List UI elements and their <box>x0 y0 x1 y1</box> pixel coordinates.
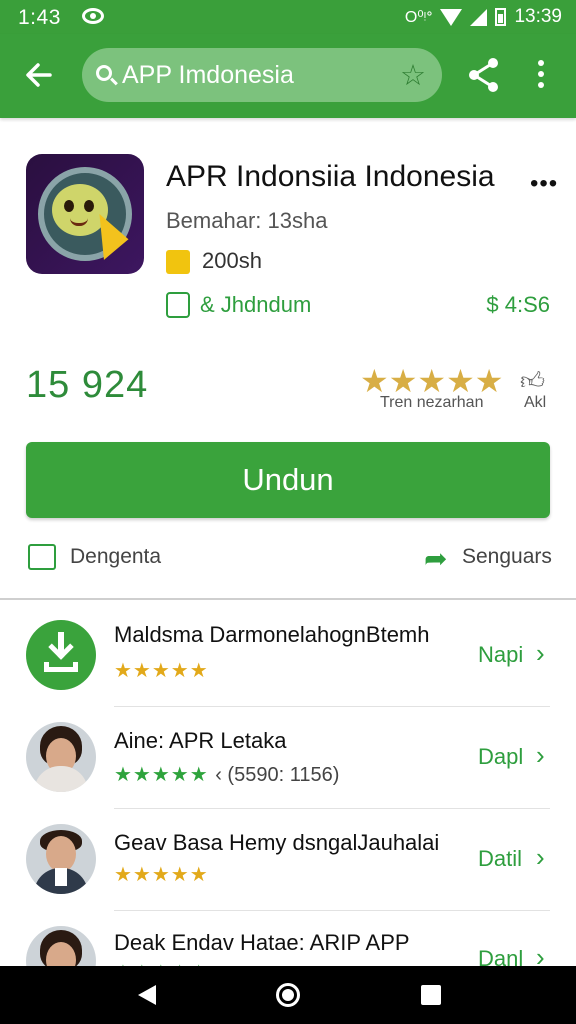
row-divider <box>114 808 550 809</box>
list-item-title: Geav Basa Hemy dsngalJauhalai <box>114 830 440 855</box>
chevron-right-icon[interactable]: › <box>536 638 545 669</box>
section-divider <box>0 598 576 600</box>
status-time-right: 13:39 <box>514 6 562 27</box>
list-item-title: Maldsma DarmonelahognBtemh <box>114 622 430 647</box>
list-item-action[interactable]: Danl <box>478 946 523 966</box>
app-store-screen: 1:43 O⁰ᵎᐤ 13:39 APP Imdonesia ☆ APR Indo… <box>0 0 576 1024</box>
download-icon <box>26 620 96 690</box>
search-input[interactable]: APP Imdonesia ☆ <box>82 48 442 102</box>
app-bar: APP Imdonesia ☆ <box>0 34 576 118</box>
more-vertical-icon[interactable] <box>532 60 550 92</box>
list-item[interactable]: Maldsma DarmonelahognBtemh ★★★★★ Napi › <box>0 606 576 708</box>
signal-icon <box>470 8 488 26</box>
list-item-meta: ‹ (5590: 1156) <box>215 764 340 786</box>
chevron-right-icon[interactable]: › <box>536 740 545 771</box>
category-icon <box>166 292 190 318</box>
avatar <box>26 722 96 792</box>
app-developer[interactable]: Bemahar: 13sha <box>166 208 327 234</box>
action-left-label[interactable]: Dengenta <box>70 545 161 569</box>
install-button[interactable]: Undun <box>26 442 550 518</box>
share-icon[interactable] <box>466 56 502 94</box>
list-item-stars: ★★★★★ <box>114 864 209 886</box>
eye-icon <box>82 8 104 24</box>
action-right-label[interactable]: Senguars <box>462 545 552 569</box>
arrow-left-icon[interactable] <box>24 60 54 90</box>
list-item-action[interactable]: Dapl <box>478 744 523 770</box>
row-divider <box>114 706 550 707</box>
avatar <box>26 926 96 966</box>
battery-icon <box>495 8 507 26</box>
list-item-title: Aine: APR Letaka <box>114 728 287 753</box>
status-bar: 1:43 O⁰ᵎᐤ 13:39 <box>0 0 576 34</box>
list-item[interactable]: Geav Basa Hemy dsngalJauhalai ★★★★★ Dati… <box>0 810 576 912</box>
thumb-caption: Akl <box>524 394 547 411</box>
age-rating-icon <box>166 250 190 274</box>
app-age-rating: 200sh <box>202 248 262 273</box>
stars-caption: Tren nezarhan <box>380 394 484 411</box>
calendar-icon <box>28 544 56 570</box>
star-icon[interactable]: ☆ <box>400 58 426 93</box>
status-right: O⁰ᵎᐤ 13:39 <box>405 6 562 28</box>
app-category[interactable]: & Jhdndum <box>200 292 311 318</box>
more-horizontal-icon[interactable]: ••• <box>530 170 558 198</box>
app-price: $ 4:S6 <box>486 292 550 317</box>
share-arrow-icon: ➦ <box>424 543 448 574</box>
nav-recents-icon[interactable] <box>421 985 441 1005</box>
list-item-action[interactable]: Datil <box>478 846 522 872</box>
list-item-title: Deak Endav Hatae: ARIP APP <box>114 930 410 955</box>
system-nav-bar <box>0 966 576 1024</box>
list-item[interactable]: Aine: APR Letaka ★★★★★ ‹ (5590: 1156) Da… <box>0 708 576 810</box>
nav-back-icon[interactable] <box>138 985 156 1005</box>
search-query: APP Imdonesia <box>122 61 294 89</box>
app-logo <box>26 154 144 274</box>
wifi-icon <box>440 8 463 26</box>
row-divider <box>114 910 550 911</box>
avatar <box>26 824 96 894</box>
list-item-action[interactable]: Napi <box>478 642 523 668</box>
search-icon <box>96 65 112 81</box>
thumbs-up-icon: 👍︎ <box>520 368 546 395</box>
nav-home-icon[interactable] <box>276 983 300 1007</box>
rating-count: 15 924 <box>26 364 149 406</box>
list-item-stars: ★★★★★ <box>114 660 209 682</box>
status-time-left: 1:43 <box>18 6 61 29</box>
app-title: APR Indonsiia Indonesia <box>166 160 495 193</box>
chevron-right-icon[interactable]: › <box>536 942 545 966</box>
status-notification-icons: O⁰ᵎᐤ <box>404 9 433 26</box>
list-item[interactable]: Deak Endav Hatae: ARIP APP ★★★★★ Danl › <box>0 912 576 966</box>
list-item-stars: ★★★★★ ‹ (5590: 1156) <box>114 764 340 786</box>
chevron-right-icon[interactable]: › <box>536 842 545 873</box>
